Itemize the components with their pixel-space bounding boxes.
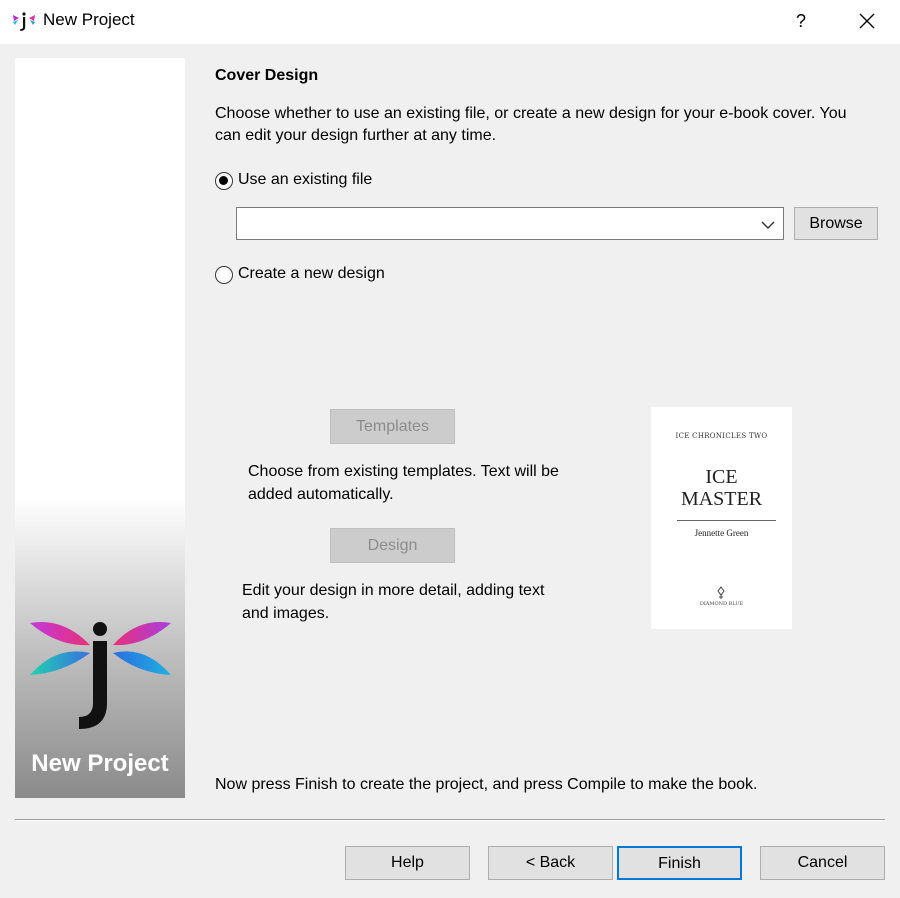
footer-divider [15,819,885,821]
cover-title-line1: ICE [705,466,738,488]
section-title: Cover Design [215,67,319,84]
publisher-emblem-icon [714,585,728,599]
templates-description: Choose from existing templates. Text wil… [248,463,559,503]
use-existing-file-radio[interactable] [215,172,233,190]
create-new-design-label[interactable]: Create a new design [238,265,385,283]
use-existing-file-label[interactable]: Use an existing file [238,171,372,189]
window-title: New Project [43,10,135,29]
cover-publisher: DIAMOND BLUE [699,601,744,607]
finish-button[interactable]: Finish [617,846,742,880]
cover-series: ICE CHRONICLES TWO [675,432,768,440]
browse-button[interactable]: Browse [794,207,878,240]
cover-title: ICE MASTER [651,466,792,510]
jutoh-dragonfly-logo [28,615,173,735]
design-description: Edit your design in more detail, adding … [242,582,545,622]
chevron-down-icon[interactable] [761,217,775,231]
section-description: Choose whether to use an existing file, … [215,105,847,144]
cover-preview: ICE CHRONICLES TWO ICE MASTER Jennette G… [651,407,792,629]
cover-author: Jennette Green [694,528,749,538]
templates-button[interactable]: Templates [330,409,455,444]
cancel-button[interactable]: Cancel [760,846,885,880]
jutoh-logo-icon [12,9,36,33]
finish-instruction: Now press Finish to create the project, … [215,776,758,793]
title-bar [0,0,900,44]
cover-divider [677,520,776,521]
help-button[interactable]: Help [345,846,470,880]
back-button[interactable]: < Back [488,846,613,880]
cover-title-line2: MASTER [680,488,763,510]
banner-title: New Project [31,750,169,777]
existing-file-combo[interactable] [236,207,784,240]
help-question-button[interactable]: ? [786,6,816,36]
create-new-design-radio[interactable] [215,266,233,284]
design-button[interactable]: Design [330,528,455,563]
close-icon[interactable] [852,6,882,36]
